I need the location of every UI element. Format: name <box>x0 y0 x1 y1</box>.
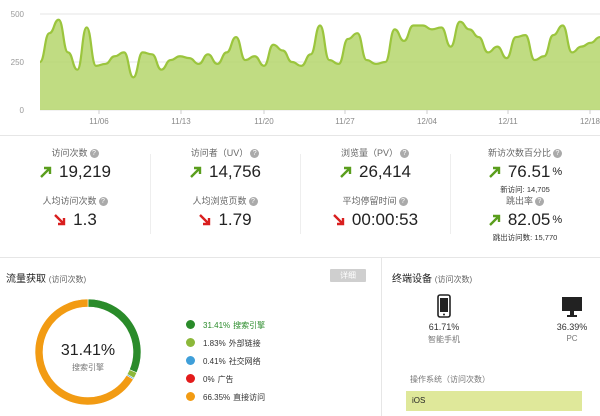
chart-divider <box>0 135 600 136</box>
metric-avg-visits: 人均访问次数? 1.3 <box>0 194 150 242</box>
x-tick-label: 12/18 <box>580 117 600 126</box>
metric-pageviews-pv: 浏览量（PV）? 26,414 <box>300 146 450 194</box>
device-smartphone[interactable]: 61.71% 智能手机 <box>404 294 484 345</box>
legend-label: 社交网络 <box>228 357 261 366</box>
legend-item-search[interactable]: 31.41% 搜索引擎 <box>186 320 265 332</box>
os-label: iOS <box>412 396 426 405</box>
help-icon[interactable]: ? <box>553 149 562 158</box>
metric-value: 19,219 <box>59 162 111 181</box>
trend-down-icon <box>198 213 212 227</box>
x-tick-label: 11/27 <box>335 117 355 126</box>
help-icon[interactable]: ? <box>400 149 409 158</box>
trend-up-icon <box>488 213 502 227</box>
traffic-acquisition-panel: 流量获取 (访问次数) 详细 31.41% 搜索引擎 31.41% 搜索引擎 1.… <box>0 258 380 416</box>
legend-dot <box>186 356 195 365</box>
trend-up-icon <box>189 165 203 179</box>
y-tick-label: 250 <box>11 58 25 67</box>
metric-label: 浏览量（PV）? <box>300 146 450 159</box>
device-pct: 36.39% <box>556 322 588 332</box>
metric-avg-duration: 平均停留时间? 00:00:53 <box>300 194 450 242</box>
metric-label: 人均访问次数? <box>0 194 150 207</box>
help-icon[interactable]: ? <box>98 197 108 206</box>
metric-avg-pages: 人均浏览页数? 1.79 <box>150 194 300 242</box>
metric-visitors-uv: 访问者（UV）? 14,756 <box>150 146 300 194</box>
x-tick-label: 12/11 <box>498 117 518 126</box>
legend-dot <box>186 392 195 401</box>
legend-item-ads[interactable]: 0% 广告 <box>186 374 234 386</box>
device-label: PC <box>566 334 578 343</box>
legend-item-external[interactable]: 1.83% 外部链接 <box>186 338 261 350</box>
metric-value: 76.51 <box>507 162 551 181</box>
legend-pct: 0.41% <box>203 357 226 366</box>
trend-down-icon <box>332 213 346 227</box>
legend-label: 搜索引擎 <box>233 321 266 330</box>
help-icon[interactable]: ? <box>89 149 99 158</box>
monitor-icon <box>562 297 582 317</box>
device-label: 智能手机 <box>428 335 460 344</box>
help-icon[interactable]: ? <box>398 197 408 206</box>
percent-unit: % <box>552 166 563 178</box>
detail-button[interactable]: 详细 <box>330 269 366 282</box>
legend-item-social[interactable]: 0.41% 社交网络 <box>186 356 261 368</box>
legend-pct: 31.41% <box>203 321 231 330</box>
help-icon[interactable]: ? <box>535 197 544 206</box>
legend-dot <box>186 374 195 383</box>
metric-visits: 访问次数? 19,219 <box>0 146 150 194</box>
trend-up-icon <box>339 165 353 179</box>
os-bar-ios[interactable]: iOS <box>406 391 582 411</box>
legend-pct: 66.35% <box>203 393 231 402</box>
device-pc[interactable]: 36.39% PC <box>532 296 600 343</box>
metric-new-visit-pct: 新访次数百分比? 76.51% 新访问: 14,705 <box>450 146 600 194</box>
legend-label: 广告 <box>217 375 234 384</box>
smartphone-icon <box>437 294 451 318</box>
metric-subvalue: 跳出访问数: 15,770 <box>492 233 558 242</box>
trend-down-icon <box>53 213 67 227</box>
x-tick-label: 11/20 <box>254 117 274 126</box>
trend-up-icon <box>39 165 53 179</box>
metric-value: 14,756 <box>209 162 261 181</box>
donut-center-text: 搜索引擎 <box>72 363 104 372</box>
device-pct: 61.71% <box>428 322 460 332</box>
metric-label: 新访次数百分比? <box>450 146 600 159</box>
legend-dot <box>186 320 195 329</box>
trend-up-icon <box>488 165 502 179</box>
donut-center-label: 31.41% 搜索引擎 <box>28 342 148 373</box>
visits-area-chart: 0 250 500 11/06 11/13 11/20 11/27 12/04 12/11 12/… <box>0 0 600 135</box>
metrics-panel: 访问次数? 19,219 访问者（UV）? 14,756 浏览量（PV）? 26… <box>0 146 600 246</box>
y-tick-label: 0 <box>20 106 25 115</box>
metric-value: 82.05 <box>507 210 551 229</box>
metric-value: 1.79 <box>218 210 252 229</box>
chart-svg: 0 250 500 11/06 11/13 11/20 11/27 12/04 12/11 12/… <box>11 10 600 126</box>
os-section-title: 操作系统（访问次数） <box>410 375 490 384</box>
legend-item-direct[interactable]: 66.35% 直接访问 <box>186 392 265 404</box>
metric-bounce-rate: 跳出率? 82.05% 跳出访问数: 15,770 <box>450 194 600 242</box>
donut-center-pct: 31.41% <box>60 342 116 359</box>
legend-label: 直接访问 <box>233 393 266 402</box>
x-tick-label: 11/13 <box>171 117 191 126</box>
metric-label: 平均停留时间? <box>300 194 450 207</box>
legend-pct: 0% <box>203 375 215 384</box>
metric-label: 访问者（UV）? <box>150 146 300 159</box>
panel-title: 流量获取 (访问次数) <box>6 274 87 285</box>
legend-dot <box>186 338 195 347</box>
metric-value: 26,414 <box>359 162 411 181</box>
legend-pct: 1.83% <box>203 339 226 348</box>
area-fill <box>40 19 600 110</box>
panel-title: 终端设备 (访问次数) <box>392 274 473 285</box>
metric-label: 人均浏览页数? <box>150 194 300 207</box>
y-tick-label: 500 <box>11 10 25 19</box>
legend-label: 外部链接 <box>228 339 261 348</box>
metric-label: 访问次数? <box>0 146 150 159</box>
help-icon[interactable]: ? <box>248 197 258 206</box>
help-icon[interactable]: ? <box>250 149 260 158</box>
metric-value: 1.3 <box>73 210 97 229</box>
x-tick-label: 12/04 <box>417 117 438 126</box>
x-tick-label: 11/06 <box>89 117 109 126</box>
percent-unit: % <box>552 214 563 226</box>
terminal-device-panel: 终端设备 (访问次数) 61.71% 智能手机 36.39% PC 操作系统（访… <box>381 258 600 416</box>
metric-label: 跳出率? <box>450 194 600 207</box>
metric-value: 00:00:53 <box>351 210 419 229</box>
